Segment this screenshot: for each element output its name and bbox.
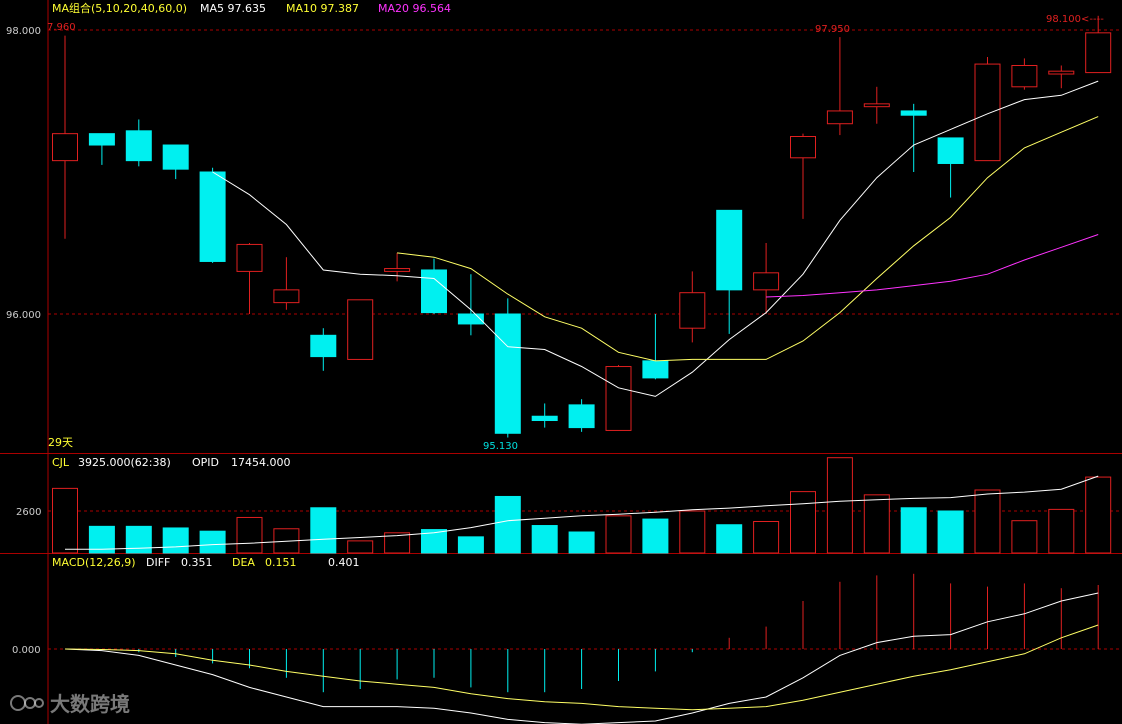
volume-bar: [1048, 508, 1075, 554]
macd-diff-label: DIFF: [146, 556, 170, 569]
macd-diff-value: 0.351: [181, 556, 213, 569]
candle-body: [421, 269, 447, 314]
candle-body: [716, 209, 743, 291]
volume-bar: [753, 521, 780, 554]
macd-value: 0.401: [328, 556, 360, 569]
candle-body: [531, 415, 558, 421]
candle-body: [790, 136, 816, 159]
macd-title: MACD(12,26,9): [52, 556, 136, 569]
candle-body: [605, 366, 632, 431]
volume-bar: [863, 494, 890, 554]
volume-bar: [642, 518, 669, 554]
panel-frames: [0, 0, 1122, 724]
macd-dea-label: DEA: [232, 556, 255, 569]
ma20-legend: MA20 96.564: [378, 2, 451, 15]
volume-bar: [605, 515, 632, 554]
volume-bar: [457, 536, 484, 554]
cjl-label: CJL: [52, 456, 70, 469]
opid-label: OPID: [192, 456, 219, 469]
candle-body: [900, 110, 927, 116]
volume-bar: [162, 527, 189, 554]
candle-body: [1048, 70, 1075, 75]
candle-body: [1011, 65, 1038, 88]
candle-body: [568, 404, 595, 429]
candle-body: [937, 137, 964, 164]
volume-bar: [937, 510, 964, 554]
candle-body: [273, 289, 300, 304]
volume-bar: [494, 495, 521, 554]
candle-body: [162, 144, 189, 170]
candle-body: [494, 313, 521, 434]
candle-body: [52, 133, 78, 162]
opid-value: 17454.000: [231, 456, 291, 469]
volume-bar: [790, 491, 816, 554]
candle-body: [384, 268, 411, 272]
ma5-legend: MA5 97.635: [200, 2, 266, 15]
price-tick-98: 98.000: [6, 26, 41, 37]
ma20-line: [766, 234, 1099, 298]
annotation-left-high: 7.960: [47, 22, 76, 33]
ma-group-label: MA组合(5,10,20,40,60,0): [52, 1, 187, 15]
volume-tick: 2600: [16, 507, 41, 518]
candle-body: [199, 171, 226, 262]
candle-body: [679, 292, 706, 329]
volume-bar: [1085, 476, 1112, 554]
candle-body: [310, 334, 337, 358]
watermark-logo-icon: [10, 694, 44, 711]
chart-marks: [52, 15, 1112, 724]
candle-body: [826, 110, 853, 125]
volume-bar: [347, 540, 374, 554]
days-label: 29天: [48, 436, 73, 449]
volume-bar: [826, 457, 853, 554]
price-tick-96: 96.000: [6, 310, 41, 321]
candle-body: [863, 103, 890, 108]
volume-bar: [716, 524, 743, 554]
volume-bar: [125, 525, 152, 554]
volume-bar: [1011, 520, 1038, 554]
annotation-low: 95.130: [483, 441, 518, 452]
volume-bar: [568, 531, 595, 554]
macd-tick: 0.000: [12, 645, 41, 656]
volume-bar: [236, 516, 263, 554]
volume-bar: [531, 525, 558, 554]
candle-body: [88, 133, 115, 146]
volume-bar: [974, 489, 1001, 554]
volume-bar: [900, 507, 927, 554]
chart-canvas: MA组合(5,10,20,40,60,0) MA5 97.635 MA10 97…: [0, 0, 1122, 724]
cjl-value: 3925.000(62:38): [78, 456, 171, 469]
candle-body: [1085, 32, 1112, 74]
watermark-text: 大数跨境: [50, 692, 130, 716]
volume-bar: [679, 510, 706, 554]
volume-bar: [199, 530, 226, 554]
annotation-high-right: 98.100<----: [1046, 14, 1104, 25]
annotation-high-mid: 97.950: [815, 24, 850, 35]
volume-bar: [52, 487, 78, 554]
ma10-legend: MA10 97.387: [286, 2, 359, 15]
candle-body: [642, 360, 669, 379]
candle-body: [974, 63, 1001, 162]
candle-body: [753, 272, 780, 291]
watermark: 大数跨境: [10, 688, 130, 717]
volume-bar: [310, 507, 337, 554]
macd-dea-value: 0.151: [265, 556, 297, 569]
candle-body: [347, 299, 374, 360]
candle-body: [125, 130, 152, 162]
candle-body: [236, 243, 263, 272]
